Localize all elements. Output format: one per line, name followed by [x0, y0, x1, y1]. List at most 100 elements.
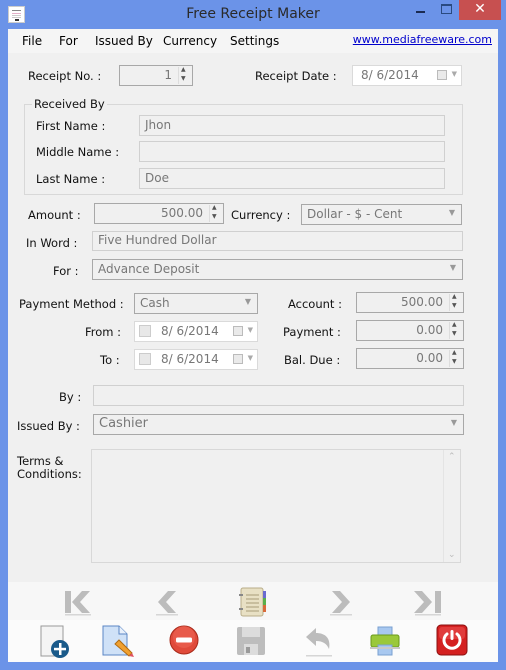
payment-stepper[interactable]: 0.00 [356, 320, 464, 341]
issued-by-value: Cashier [99, 416, 149, 431]
calendar-icon [233, 326, 243, 336]
chevron-up-icon[interactable]: ⌃ [448, 452, 456, 462]
next-record-icon[interactable] [328, 588, 354, 616]
payment-method-value: Cash [140, 296, 170, 310]
spin-buttons[interactable] [449, 293, 462, 311]
account-value: 500.00 [401, 295, 443, 309]
action-toolbar [8, 620, 498, 662]
for-select[interactable]: Advance Deposit ▼ [92, 259, 463, 280]
amount-value: 500.00 [161, 206, 203, 220]
for-label: For : [53, 264, 79, 278]
undo-icon[interactable] [302, 625, 334, 659]
amount-label: Amount : [28, 208, 81, 222]
menu-issued-by[interactable]: Issued By [95, 34, 153, 48]
receipt-date-picker[interactable]: 8/ 6/2014 ▼ [352, 65, 462, 86]
from-date-checkbox[interactable] [139, 325, 151, 337]
bal-due-label: Bal. Due : [284, 353, 341, 367]
menu-for[interactable]: For [59, 34, 78, 48]
app-window: Free Receipt Maker ✕ File For Issued By … [0, 0, 506, 670]
from-date-picker[interactable]: 8/ 6/2014 ▼ [134, 321, 258, 342]
spin-buttons[interactable] [449, 349, 462, 367]
account-stepper[interactable]: 500.00 [356, 292, 464, 313]
receipt-number-stepper[interactable]: 1 [119, 65, 193, 86]
in-word-value: Five Hundred Dollar [98, 233, 217, 247]
terms-textarea[interactable]: ⌃ ⌄ [91, 449, 461, 563]
previous-record-icon[interactable] [154, 588, 180, 616]
minimize-button[interactable] [410, 0, 434, 20]
in-word-label: In Word : [26, 236, 78, 250]
terms-scrollbar[interactable]: ⌃ ⌄ [443, 450, 460, 562]
issued-by-label: Issued By : [17, 419, 80, 433]
account-label: Account : [288, 297, 342, 311]
to-date-picker[interactable]: 8/ 6/2014 ▼ [134, 349, 258, 370]
chevron-down-icon: ▼ [448, 208, 455, 217]
client-area: File For Issued By Currency Settings www… [8, 29, 498, 662]
bal-due-stepper[interactable]: 0.00 [356, 348, 464, 369]
terms-label-line2: Conditions: [17, 467, 82, 481]
chevron-down-icon: ▼ [450, 418, 457, 427]
calendar-icon [437, 70, 447, 80]
last-name-field[interactable]: Doe [139, 168, 445, 189]
chevron-down-icon: ▼ [449, 263, 456, 272]
close-icon: ✕ [474, 1, 486, 17]
to-date-checkbox[interactable] [139, 353, 151, 365]
by-label: By : [59, 390, 82, 404]
first-record-icon[interactable] [62, 588, 94, 616]
first-name-value: Jhon [145, 118, 172, 132]
last-name-value: Doe [145, 171, 169, 185]
menu-bar: File For Issued By Currency Settings www… [8, 29, 498, 53]
edit-receipt-icon[interactable] [101, 624, 135, 658]
bal-due-value: 0.00 [416, 351, 443, 365]
spin-buttons[interactable] [209, 204, 222, 222]
records-list-icon[interactable] [238, 586, 268, 618]
for-value: Advance Deposit [98, 262, 200, 276]
currency-value: Dollar - $ - Cent [307, 207, 403, 221]
delete-receipt-icon[interactable] [168, 624, 200, 656]
currency-label: Currency : [231, 208, 291, 222]
receipt-number-label: Receipt No. : [28, 69, 102, 83]
in-word-field[interactable]: Five Hundred Dollar [92, 231, 463, 251]
maximize-button[interactable] [434, 0, 458, 20]
exit-power-icon[interactable] [436, 624, 468, 656]
last-name-label: Last Name : [36, 172, 106, 186]
menu-currency[interactable]: Currency [163, 34, 217, 48]
to-date-value: 8/ 6/2014 [161, 352, 219, 366]
calendar-icon [233, 354, 243, 364]
close-button[interactable]: ✕ [459, 0, 501, 20]
received-by-title: Received By [32, 97, 107, 111]
chevron-down-icon: ▼ [244, 297, 251, 306]
payment-method-label: Payment Method : [19, 297, 124, 311]
spin-buttons[interactable] [449, 321, 462, 339]
spin-buttons[interactable] [178, 66, 191, 84]
save-receipt-icon[interactable] [235, 625, 267, 657]
by-field[interactable] [93, 385, 464, 406]
website-link[interactable]: www.mediafreeware.com [353, 33, 492, 46]
menu-file[interactable]: File [22, 34, 42, 48]
chevron-down-icon: ▼ [247, 326, 253, 334]
middle-name-field[interactable] [139, 141, 445, 162]
menu-settings[interactable]: Settings [230, 34, 279, 48]
receipt-date-label: Receipt Date : [255, 69, 337, 83]
from-label: From : [85, 325, 122, 339]
terms-label-line1: Terms & [17, 454, 64, 468]
payment-method-select[interactable]: Cash ▼ [134, 293, 258, 314]
payment-label: Payment : [283, 325, 341, 339]
first-name-label: First Name : [36, 119, 106, 133]
last-record-icon[interactable] [414, 588, 446, 616]
currency-select[interactable]: Dollar - $ - Cent ▼ [301, 204, 462, 225]
chevron-down-icon: ▼ [451, 70, 457, 78]
to-label: To : [100, 353, 120, 367]
chevron-down-icon[interactable]: ⌄ [448, 550, 456, 560]
from-date-value: 8/ 6/2014 [161, 324, 219, 338]
print-icon[interactable] [369, 625, 401, 657]
first-name-field[interactable]: Jhon [139, 115, 445, 136]
amount-stepper[interactable]: 500.00 [94, 203, 224, 224]
payment-value: 0.00 [416, 323, 443, 337]
issued-by-select[interactable]: Cashier ▼ [93, 414, 464, 435]
receipt-number-value: 1 [164, 68, 172, 82]
middle-name-label: Middle Name : [36, 145, 120, 159]
chevron-down-icon: ▼ [247, 354, 253, 362]
new-receipt-icon[interactable] [40, 625, 70, 659]
receipt-date-value: 8/ 6/2014 [361, 68, 419, 82]
record-navigation-bar [8, 582, 498, 620]
